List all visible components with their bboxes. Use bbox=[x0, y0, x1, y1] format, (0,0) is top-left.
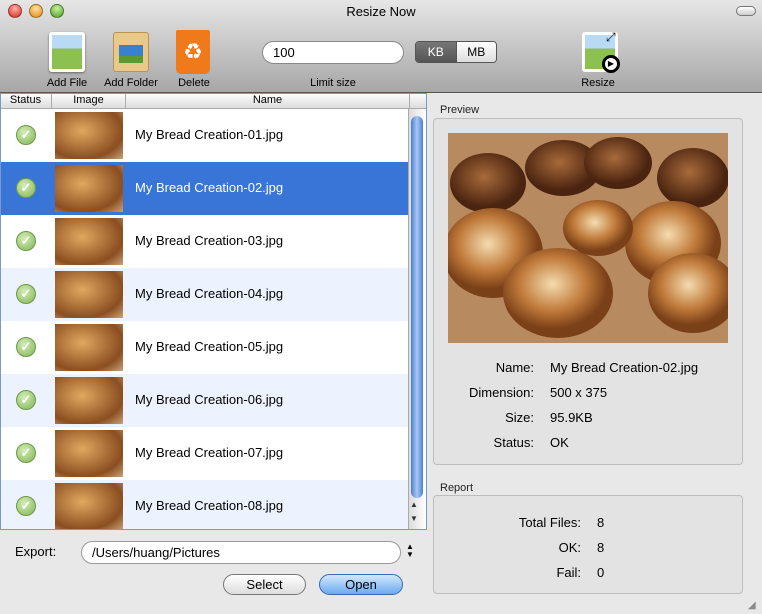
status-value: OK bbox=[550, 435, 569, 450]
total-files-value: 8 bbox=[597, 515, 605, 530]
column-image[interactable]: Image bbox=[52, 94, 126, 109]
ok-check-icon: ✓ bbox=[16, 284, 36, 304]
total-files-label: Total Files: bbox=[518, 515, 581, 530]
column-name[interactable]: Name bbox=[126, 94, 410, 109]
dimension-value: 500 x 375 bbox=[550, 385, 608, 400]
trash-icon[interactable]: ♻ bbox=[176, 30, 210, 74]
name-value: My Bread Creation-02.jpg bbox=[550, 360, 699, 375]
delete-button[interactable]: Delete bbox=[170, 77, 218, 89]
table-row[interactable]: ✓ My Bread Creation-07.jpg bbox=[0, 427, 408, 480]
file-name: My Bread Creation-02.jpg bbox=[135, 180, 284, 195]
image-thumbnail bbox=[55, 430, 123, 477]
play-icon: ▶ bbox=[602, 55, 620, 73]
file-name: My Bread Creation-05.jpg bbox=[135, 339, 284, 354]
file-name: My Bread Creation-03.jpg bbox=[135, 233, 284, 248]
status-label: Status: bbox=[493, 435, 534, 450]
image-thumbnail bbox=[55, 218, 123, 265]
limit-size-input[interactable]: 100 bbox=[262, 41, 404, 64]
image-thumbnail bbox=[55, 112, 123, 159]
scroll-down-arrow[interactable]: ▼ bbox=[410, 514, 418, 523]
minimize-button[interactable] bbox=[29, 4, 43, 18]
ok-check-icon: ✓ bbox=[16, 390, 36, 410]
zoom-button[interactable] bbox=[50, 4, 64, 18]
open-button[interactable]: Open bbox=[319, 574, 403, 595]
table-header: Status Image Name bbox=[0, 93, 426, 109]
toolbar-toggle-button[interactable] bbox=[736, 6, 756, 16]
expand-arrows-icon: ⤢ bbox=[606, 30, 616, 44]
add-file-button[interactable]: Add File bbox=[40, 77, 94, 89]
scrollbar-thumb[interactable] bbox=[411, 116, 423, 498]
file-list: ✓ My Bread Creation-01.jpg ✓ My Bread Creat… bbox=[0, 109, 408, 529]
file-name: My Bread Creation-04.jpg bbox=[135, 286, 284, 301]
add-file-icon[interactable] bbox=[49, 32, 85, 72]
preview-title: Preview bbox=[440, 104, 480, 116]
report-title: Report bbox=[440, 482, 474, 494]
close-button[interactable] bbox=[8, 4, 22, 18]
table-row[interactable]: ✓ My Bread Creation-08.jpg bbox=[0, 480, 408, 529]
ok-check-icon: ✓ bbox=[16, 443, 36, 463]
image-thumbnail bbox=[55, 324, 123, 371]
table-row[interactable]: ✓ My Bread Creation-05.jpg bbox=[0, 321, 408, 374]
add-folder-icon[interactable] bbox=[113, 32, 149, 72]
image-thumbnail bbox=[55, 165, 123, 212]
window-title: Resize Now bbox=[346, 4, 416, 19]
limit-size-label: Limit size bbox=[310, 77, 356, 89]
table-row[interactable]: ✓ My Bread Creation-02.jpg bbox=[0, 162, 408, 215]
select-button[interactable]: Select bbox=[223, 574, 306, 595]
export-label: Export: bbox=[15, 544, 57, 559]
export-path-field[interactable]: /Users/huang/Pictures bbox=[81, 541, 401, 564]
fail-value: 0 bbox=[597, 565, 605, 580]
file-name: My Bread Creation-08.jpg bbox=[135, 498, 284, 513]
name-label: Name: bbox=[495, 360, 534, 375]
file-name: My Bread Creation-06.jpg bbox=[135, 392, 284, 407]
add-folder-button[interactable]: Add Folder bbox=[99, 77, 163, 89]
column-status[interactable]: Status bbox=[0, 94, 52, 109]
table-row[interactable]: ✓ My Bread Creation-03.jpg bbox=[0, 215, 408, 268]
ok-value: 8 bbox=[597, 540, 605, 555]
ok-check-icon: ✓ bbox=[16, 337, 36, 357]
ok-label: OK: bbox=[558, 540, 581, 555]
size-label: Size: bbox=[505, 410, 534, 425]
size-value: 95.9KB bbox=[550, 410, 593, 425]
image-thumbnail bbox=[55, 271, 123, 318]
file-name: My Bread Creation-01.jpg bbox=[135, 127, 284, 142]
path-stepper-icon[interactable]: ▲ ▼ bbox=[406, 543, 414, 559]
scroll-up-arrow[interactable]: ▲ bbox=[410, 500, 418, 509]
table-row[interactable]: ✓ My Bread Creation-06.jpg bbox=[0, 374, 408, 427]
ok-check-icon: ✓ bbox=[16, 231, 36, 251]
unit-segmented-control[interactable]: KB MB bbox=[415, 41, 497, 63]
preview-image bbox=[448, 133, 728, 343]
ok-check-icon: ✓ bbox=[16, 496, 36, 516]
resize-grip-icon[interactable]: ◢ bbox=[748, 600, 756, 611]
table-row[interactable]: ✓ My Bread Creation-04.jpg bbox=[0, 268, 408, 321]
file-name: My Bread Creation-07.jpg bbox=[135, 445, 284, 460]
unit-mb-segment[interactable]: MB bbox=[455, 42, 496, 62]
fail-label: Fail: bbox=[556, 565, 581, 580]
image-thumbnail bbox=[55, 377, 123, 424]
resize-button[interactable]: Resize bbox=[572, 77, 624, 89]
ok-check-icon: ✓ bbox=[16, 178, 36, 198]
dimension-label: Dimension: bbox=[468, 385, 534, 400]
table-row[interactable]: ✓ My Bread Creation-01.jpg bbox=[0, 109, 408, 162]
unit-kb-segment[interactable]: KB bbox=[416, 42, 456, 62]
ok-check-icon: ✓ bbox=[16, 125, 36, 145]
image-thumbnail bbox=[55, 483, 123, 529]
